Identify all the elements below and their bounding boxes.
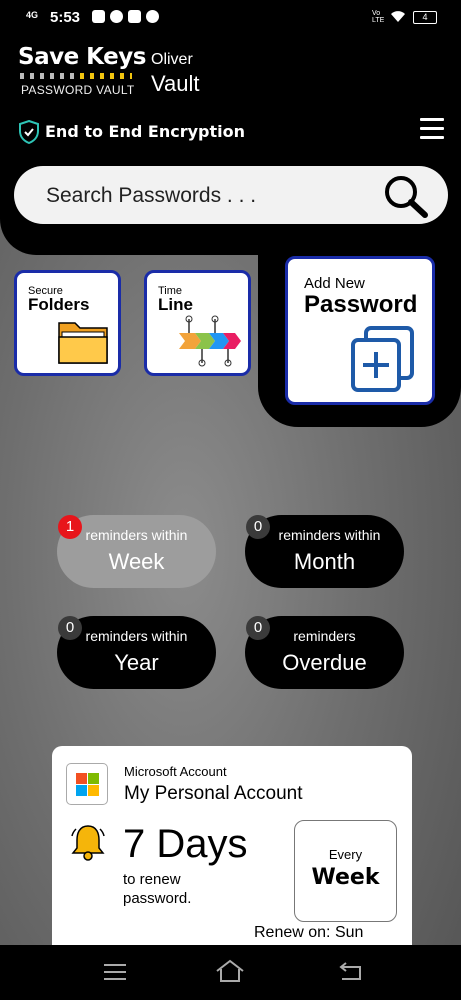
shield-check-icon <box>19 120 39 144</box>
bell-icon <box>71 825 105 861</box>
reminder-period: Overdue <box>282 650 367 675</box>
vault-label: Vault <box>151 71 200 96</box>
volte-indicator: Vo LTE <box>372 10 385 24</box>
signal-indicator: 4G <box>26 10 39 20</box>
renew-days: 7 Days <box>123 822 248 866</box>
renew-text-1: to renew <box>123 871 181 888</box>
user-name: Oliver <box>151 51 193 68</box>
logo-dots-accent <box>80 73 132 79</box>
home-icon[interactable] <box>215 959 245 983</box>
status-time: 5:53 <box>50 9 81 26</box>
timeline-tile[interactable]: Time Line <box>144 270 251 376</box>
folder-icon <box>58 322 108 364</box>
renew-on: Renew on: Sun <box>254 924 364 941</box>
reminder-month-count-badge: 0 <box>246 515 270 539</box>
account-type: Microsoft Account <box>124 764 227 779</box>
secure-folders-tile[interactable]: Secure Folders <box>14 270 121 376</box>
folders-tile-label: Folders <box>28 295 90 314</box>
battery-indicator: 4 <box>413 11 437 24</box>
reminder-overdue-count-badge: 0 <box>246 616 270 640</box>
add-new-label: Password <box>304 291 418 318</box>
account-name: My Personal Account <box>124 783 303 804</box>
messenger-icon <box>110 10 123 23</box>
search-icon[interactable] <box>382 174 430 218</box>
renew-frequency-box[interactable]: Every Week <box>294 820 397 922</box>
status-bar: 4G 5:53 Vo LTE 4 <box>0 0 461 36</box>
recent-apps-icon[interactable] <box>103 963 127 981</box>
back-icon[interactable] <box>338 961 364 981</box>
app-logo-title: Save Keys <box>18 44 146 70</box>
system-nav-bar <box>0 945 461 1000</box>
add-new-small-label: Add New <box>304 275 365 292</box>
hamburger-menu-icon[interactable] <box>420 118 444 142</box>
check-icon <box>146 10 159 23</box>
search-input[interactable] <box>44 178 378 214</box>
renew-text-2: password. <box>123 890 192 907</box>
reminder-period: Week <box>108 549 165 574</box>
app-logo-subtitle: PASSWORD VAULT <box>21 83 135 97</box>
reminder-period: Year <box>114 650 159 675</box>
every-label: Every <box>328 847 363 862</box>
instagram-icon <box>128 10 141 23</box>
microsoft-logo-icon <box>66 763 108 805</box>
reminder-week-count-badge: 1 <box>58 515 82 539</box>
reminder-period: Month <box>293 549 356 574</box>
add-new-password-tile[interactable]: Add New Password <box>285 256 435 405</box>
reminder-year-count-badge: 0 <box>58 616 82 640</box>
timeline-tile-label: Line <box>158 295 193 314</box>
wifi-icon <box>391 11 405 22</box>
add-copy-icon <box>351 326 414 392</box>
snapchat-icon <box>92 10 105 23</box>
timeline-icon <box>179 315 241 367</box>
search-bar[interactable] <box>14 166 448 224</box>
encryption-label: End to End Encryption <box>45 122 245 141</box>
password-reminder-card[interactable]: Microsoft Account My Personal Account 7 … <box>52 746 412 961</box>
every-value: Week <box>311 865 380 890</box>
